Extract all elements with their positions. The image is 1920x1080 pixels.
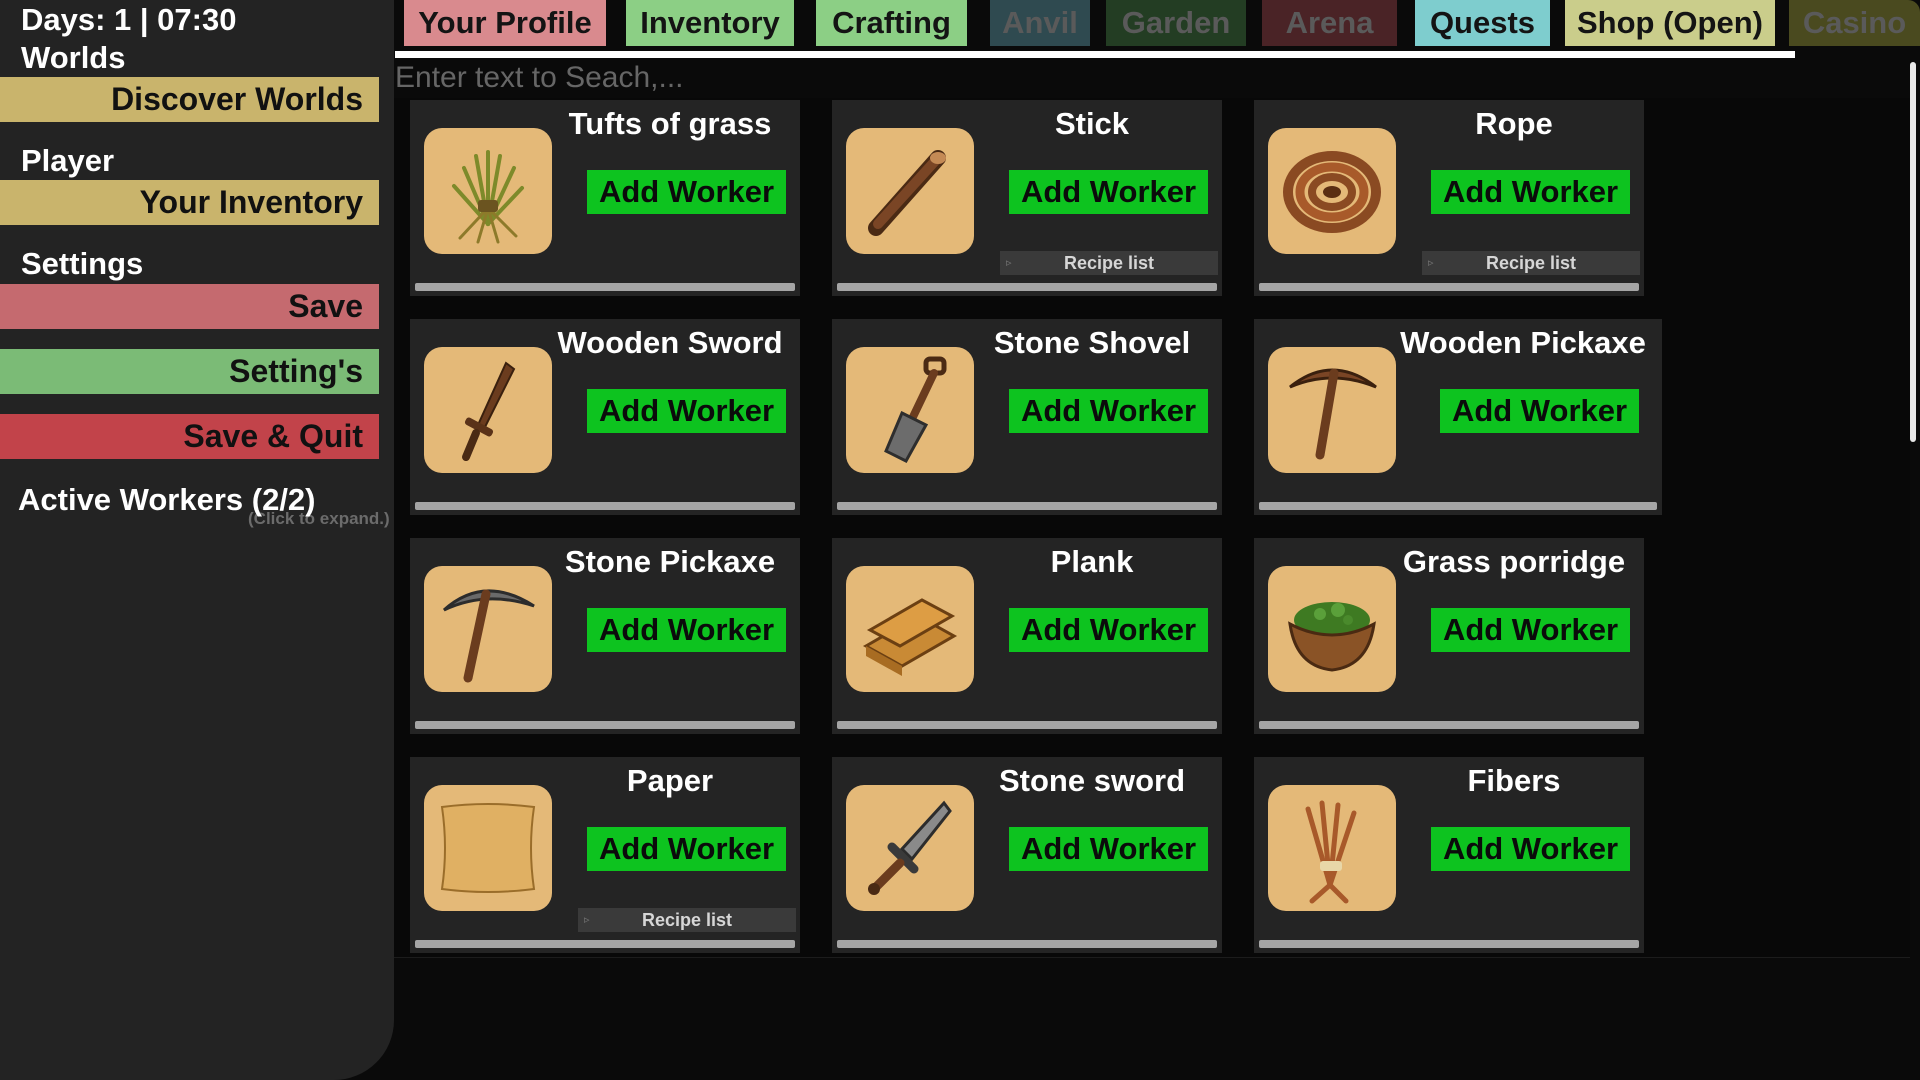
- tab-quests[interactable]: Quests: [1415, 0, 1550, 46]
- expand-arrow-icon: ▹: [584, 914, 590, 926]
- player-heading: Player: [21, 143, 115, 178]
- item-name: Stone sword: [998, 763, 1185, 798]
- add-worker-button[interactable]: Add Worker: [1440, 389, 1639, 433]
- shovel-icon: [846, 347, 974, 473]
- progress-bar: [415, 502, 795, 510]
- save-quit-button[interactable]: Save & Quit: [0, 414, 379, 459]
- expand-arrow-icon: ▹: [1006, 257, 1012, 269]
- progress-bar: [415, 940, 795, 948]
- item-card-plank: Plank Add Worker: [832, 538, 1222, 734]
- item-name: Paper: [626, 763, 714, 798]
- add-worker-button[interactable]: Add Worker: [587, 170, 786, 214]
- item-name: Stone Shovel: [993, 325, 1191, 360]
- discover-worlds-button[interactable]: Discover Worlds: [0, 77, 379, 122]
- search-input[interactable]: [395, 58, 1905, 98]
- grass-tuft-icon: [424, 128, 552, 254]
- porridge-bowl-icon: [1268, 566, 1396, 692]
- settings-button[interactable]: Setting's: [0, 349, 379, 394]
- add-worker-button[interactable]: Add Worker: [587, 608, 786, 652]
- tab-arena[interactable]: Arena: [1262, 0, 1397, 46]
- tab-casino[interactable]: Casino: [1789, 0, 1920, 46]
- active-workers-toggle[interactable]: Active Workers (2/2): [18, 482, 316, 518]
- item-card-wooden-sword: Wooden Sword Add Worker: [410, 319, 800, 515]
- add-worker-button[interactable]: Add Worker: [1009, 389, 1208, 433]
- tab-shop[interactable]: Shop (Open): [1565, 0, 1775, 46]
- item-card-rope: Rope Add Worker ▹ Recipe list: [1254, 100, 1644, 296]
- paper-icon: [424, 785, 552, 911]
- your-inventory-button[interactable]: Your Inventory: [0, 180, 379, 225]
- save-button[interactable]: Save: [0, 284, 379, 329]
- recipe-list-toggle[interactable]: ▹ Recipe list: [1000, 251, 1218, 275]
- add-worker-button[interactable]: Add Worker: [1431, 608, 1630, 652]
- progress-bar: [1259, 940, 1639, 948]
- settings-heading: Settings: [21, 246, 144, 281]
- days-clock: Days: 1 | 07:30: [21, 2, 237, 37]
- add-worker-button[interactable]: Add Worker: [587, 827, 786, 871]
- item-name: Plank: [1050, 544, 1134, 579]
- tab-crafting[interactable]: Crafting: [816, 0, 967, 46]
- item-name: Rope: [1475, 106, 1553, 141]
- item-name: Fibers: [1467, 763, 1561, 798]
- top-tab-bar: Your Profile Inventory Crafting Anvil Ga…: [404, 0, 1920, 47]
- stone-pickaxe-icon: [424, 566, 552, 692]
- progress-bar: [415, 721, 795, 729]
- tab-underline: [395, 51, 1795, 58]
- wooden-pickaxe-icon: [1268, 347, 1396, 473]
- add-worker-button[interactable]: Add Worker: [1009, 827, 1208, 871]
- add-worker-button[interactable]: Add Worker: [1009, 170, 1208, 214]
- expand-arrow-icon: ▹: [1428, 257, 1434, 269]
- item-name: Stick: [1054, 106, 1130, 141]
- tab-your-profile[interactable]: Your Profile: [404, 0, 606, 46]
- progress-bar: [415, 283, 795, 291]
- progress-bar: [1259, 721, 1639, 729]
- rope-icon: [1268, 128, 1396, 254]
- add-worker-button[interactable]: Add Worker: [1431, 170, 1630, 214]
- fibers-icon: [1268, 785, 1396, 911]
- item-card-stone-pickaxe: Stone Pickaxe Add Worker: [410, 538, 800, 734]
- tab-inventory[interactable]: Inventory: [626, 0, 794, 46]
- item-card-wooden-pickaxe: Wooden Pickaxe Add Worker: [1254, 319, 1662, 515]
- stone-sword-icon: [846, 785, 974, 911]
- worlds-heading: Worlds: [21, 40, 126, 75]
- progress-bar: [837, 502, 1217, 510]
- item-name: Grass porridge: [1402, 544, 1626, 579]
- add-worker-button[interactable]: Add Worker: [587, 389, 786, 433]
- stick-icon: [846, 128, 974, 254]
- item-card-grass-porridge: Grass porridge Add Worker: [1254, 538, 1644, 734]
- progress-bar: [1259, 283, 1639, 291]
- scrollbar[interactable]: [1910, 62, 1916, 442]
- item-card-tufts-of-grass: Tufts of grass Add Worker: [410, 100, 800, 296]
- item-card-stick: Stick Add Worker ▹ Recipe list: [832, 100, 1222, 296]
- recipe-list-toggle[interactable]: ▹ Recipe list: [1422, 251, 1640, 275]
- plank-icon: [846, 566, 974, 692]
- item-card-fibers: Fibers Add Worker: [1254, 757, 1644, 953]
- item-name: Tufts of grass: [568, 106, 772, 141]
- add-worker-button[interactable]: Add Worker: [1009, 608, 1208, 652]
- item-name: Wooden Sword: [557, 325, 783, 360]
- progress-bar: [837, 283, 1217, 291]
- progress-bar: [837, 940, 1217, 948]
- sidebar: Days: 1 | 07:30 Worlds Discover Worlds P…: [0, 0, 394, 1080]
- recipe-list-toggle[interactable]: ▹ Recipe list: [578, 908, 796, 932]
- progress-bar: [1259, 502, 1657, 510]
- item-name: Stone Pickaxe: [564, 544, 776, 579]
- progress-bar: [837, 721, 1217, 729]
- item-name: Wooden Pickaxe: [1400, 325, 1646, 360]
- tab-anvil[interactable]: Anvil: [990, 0, 1090, 46]
- item-card-stone-shovel: Stone Shovel Add Worker: [832, 319, 1222, 515]
- item-card-stone-sword: Stone sword Add Worker: [832, 757, 1222, 953]
- wooden-sword-icon: [424, 347, 552, 473]
- item-card-paper: Paper Add Worker ▹ Recipe list: [410, 757, 800, 953]
- add-worker-button[interactable]: Add Worker: [1431, 827, 1630, 871]
- tab-garden[interactable]: Garden: [1106, 0, 1246, 46]
